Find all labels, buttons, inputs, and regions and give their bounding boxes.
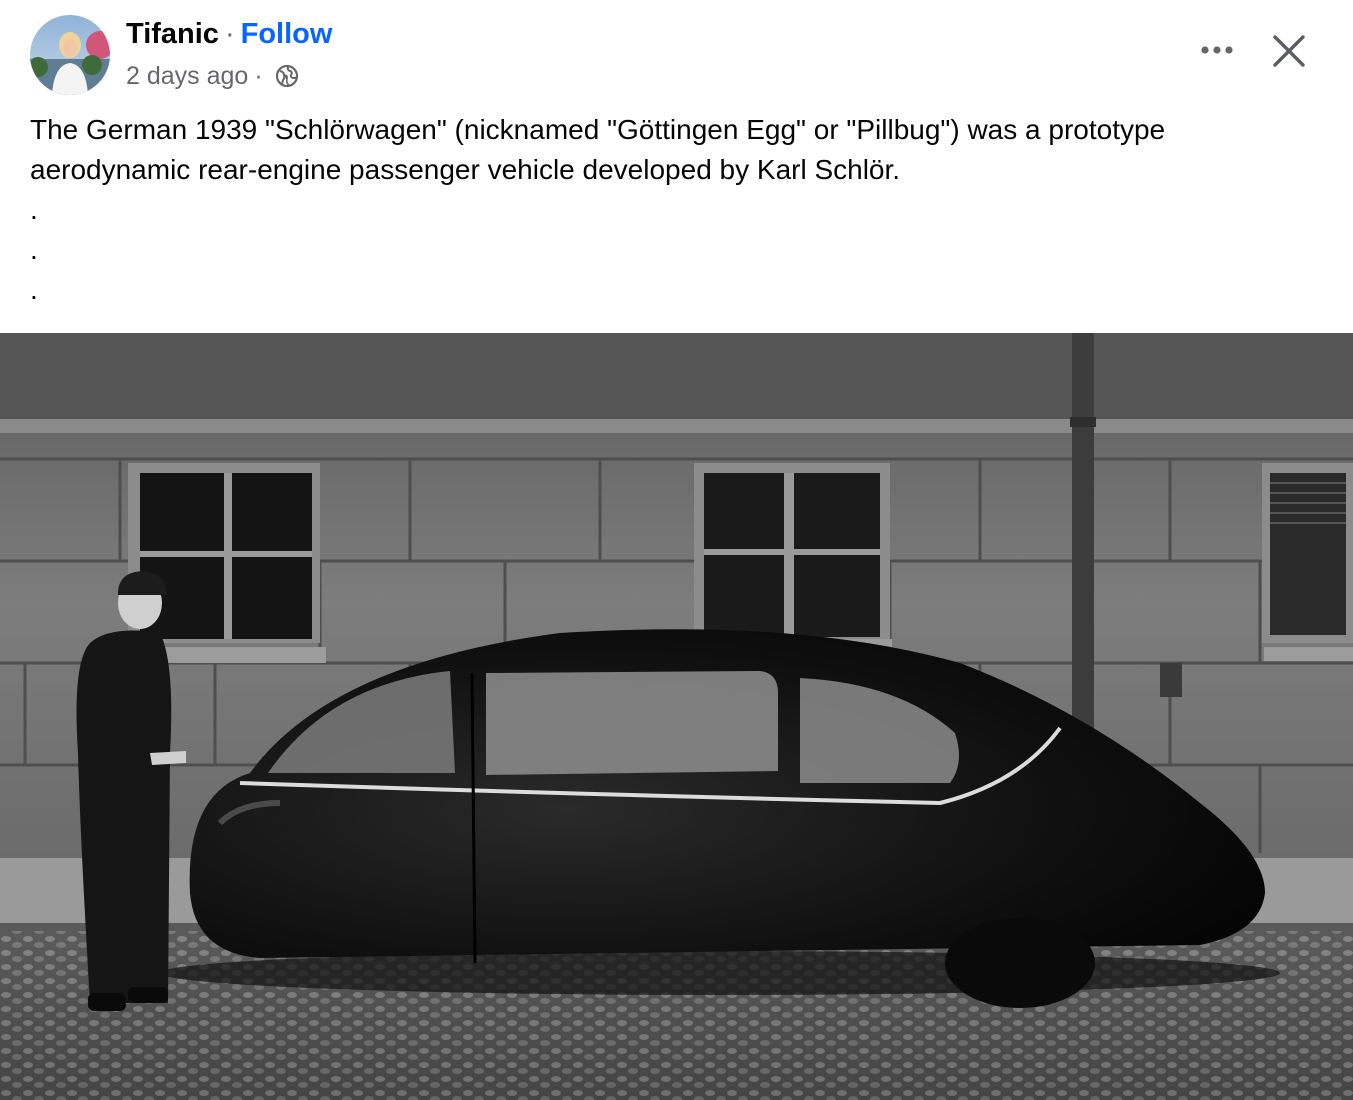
post-meta: 2 days ago · bbox=[126, 60, 299, 92]
more-options-button[interactable] bbox=[1190, 30, 1244, 70]
author-separator: · bbox=[224, 18, 235, 50]
post-text: The German 1939 "Schlörwagen" (nicknamed… bbox=[30, 114, 1166, 305]
author-name[interactable]: Tifanic bbox=[126, 18, 219, 50]
close-button[interactable] bbox=[1262, 28, 1316, 74]
follow-button[interactable]: Follow bbox=[241, 18, 333, 50]
post-photo[interactable] bbox=[0, 333, 1353, 1100]
close-icon bbox=[1273, 35, 1305, 67]
timestamp[interactable]: 2 days ago bbox=[126, 60, 248, 92]
globe-icon bbox=[275, 64, 299, 88]
author-line: Tifanic · Follow bbox=[126, 16, 332, 52]
more-horizontal-icon bbox=[1201, 46, 1233, 54]
post-header: Tifanic · Follow 2 days ago · bbox=[0, 0, 1353, 110]
audience-separator: · bbox=[254, 62, 263, 90]
avatar[interactable] bbox=[30, 15, 110, 95]
